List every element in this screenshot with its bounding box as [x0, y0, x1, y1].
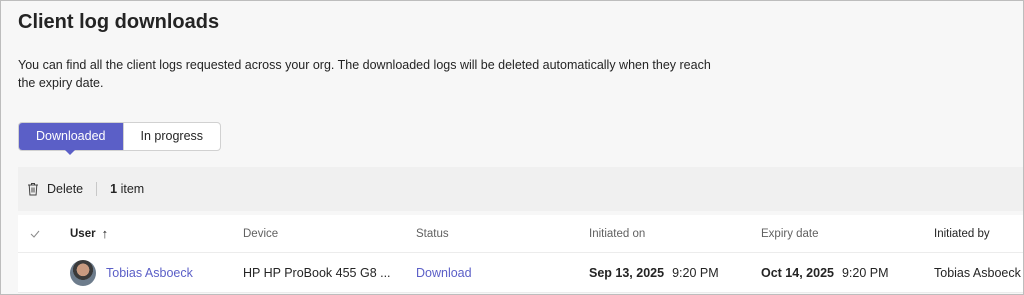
tab-in-progress[interactable]: In progress	[122, 123, 221, 150]
item-count: 1 item	[110, 182, 144, 196]
trash-icon	[28, 183, 38, 196]
page-title: Client log downloads	[18, 11, 220, 33]
user-cell: Tobias Asboeck	[70, 253, 193, 292]
select-all-checkbox[interactable]	[30, 215, 50, 252]
column-header-initiated-by[interactable]: Initiated by	[934, 215, 990, 252]
tab-bar: Downloaded In progress	[18, 122, 222, 155]
logs-table: User ↑ Device Status Initiated on Expiry…	[18, 215, 1023, 293]
app-frame: Client log downloads You can find all th…	[0, 0, 1024, 295]
page-description: You can find all the client logs request…	[18, 58, 711, 90]
checkmark-icon	[30, 230, 40, 238]
command-bar: Delete 1 item	[18, 167, 1023, 211]
initiated-by-cell: Tobias Asboeck	[934, 265, 1021, 280]
expiry-time-value: 9:20 PM	[841, 265, 889, 280]
column-header-user[interactable]: User ↑	[70, 215, 108, 252]
delete-label: Delete	[47, 182, 84, 196]
status-cell: Download	[416, 253, 472, 292]
item-count-unit: item	[120, 182, 145, 196]
column-header-initiated-on[interactable]: Initiated on	[589, 215, 645, 252]
initiated-on-date: Sep 13, 2025	[589, 265, 665, 280]
column-header-expiry-date[interactable]: Expiry date	[761, 215, 819, 252]
user-link[interactable]: Tobias Asboeck	[106, 266, 193, 280]
avatar	[70, 259, 96, 286]
initiated-on-time: 9:20 PM	[672, 265, 719, 280]
toolbar-divider	[96, 182, 98, 196]
arrow-up-icon: ↑	[101, 226, 109, 241]
table-header-row: User ↑ Device Status Initiated on Expiry…	[18, 215, 1023, 253]
column-header-user-label: User	[70, 227, 96, 240]
tab-downloaded[interactable]: Downloaded	[19, 123, 123, 155]
item-count-value: 1	[110, 182, 118, 196]
column-header-device[interactable]: Device	[243, 215, 278, 252]
delete-button[interactable]: Delete	[27, 182, 83, 196]
download-link[interactable]: Download	[416, 266, 472, 280]
table-row[interactable]: Tobias Asboeck HP HP ProBook 455 G8 ... …	[18, 253, 1023, 293]
column-header-status[interactable]: Status	[416, 215, 449, 252]
expiry-date-value: Oct 14, 2025	[761, 265, 834, 280]
device-cell: HP HP ProBook 455 G8 ...	[243, 265, 391, 280]
expiry-date-cell: Oct 14, 2025 9:20 PM	[761, 253, 889, 292]
initiated-on-cell: Sep 13, 2025 9:20 PM	[589, 253, 719, 292]
